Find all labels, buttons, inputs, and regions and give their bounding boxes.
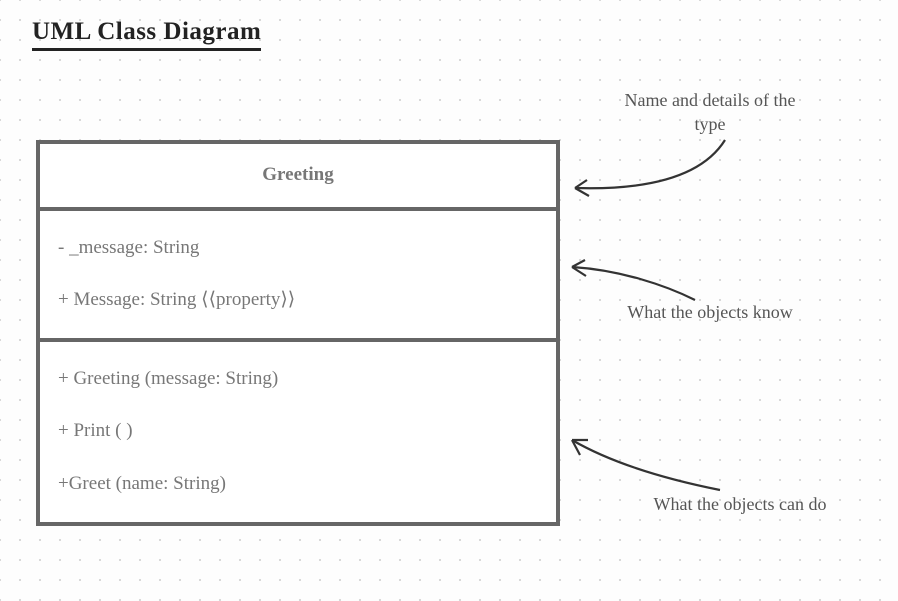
annotation-fields: What the objects know: [620, 300, 800, 324]
uml-fields-compartment: - _message: String + Message: String ⟨⟨p…: [40, 211, 556, 342]
uml-method: + Greeting (message: String): [58, 366, 538, 393]
annotation-name: Name and details of the type: [610, 88, 810, 137]
uml-method: +Greet (name: String): [58, 471, 538, 498]
arrow-to-name: [560, 130, 760, 210]
uml-methods-compartment: + Greeting (message: String) + Print ( )…: [40, 342, 556, 522]
uml-method: + Print ( ): [58, 418, 538, 445]
uml-field: + Message: String ⟨⟨property⟩⟩: [58, 287, 538, 314]
uml-class-name-compartment: Greeting: [40, 144, 556, 211]
annotation-methods: What the objects can do: [640, 492, 840, 516]
diagram-title: UML Class Diagram: [32, 18, 261, 51]
uml-class-box: Greeting - _message: String + Message: S…: [36, 140, 560, 526]
uml-field: - _message: String: [58, 235, 538, 262]
